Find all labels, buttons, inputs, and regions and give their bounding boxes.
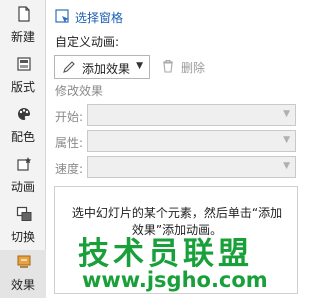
pencil-icon <box>63 61 75 73</box>
selection-pane-icon <box>55 9 69 23</box>
selection-pane-label: 选择窗格 <box>75 11 124 25</box>
speed-label: 速度: <box>55 162 84 176</box>
chevron-down-icon: ▼ <box>283 161 290 171</box>
new-icon <box>18 6 30 22</box>
watermark-url: www.jsgho.com <box>82 268 268 292</box>
sidebar-item-label: 版式 <box>10 80 35 94</box>
trash-icon <box>163 59 173 73</box>
start-label: 开始: <box>55 110 84 124</box>
custom-animation-heading: 自定义动画: <box>55 35 120 49</box>
sidebar-item-animation[interactable]: 动画 <box>0 152 46 200</box>
add-effect-label: 添加效果 <box>82 62 131 76</box>
sidebar-item-layout[interactable]: 版式 <box>0 52 46 100</box>
delete-button[interactable]: 删除 <box>157 55 221 79</box>
modify-effect-heading: 修改效果 <box>55 84 104 98</box>
sidebar-item-label: 配色 <box>10 130 35 144</box>
chevron-down-icon: ▼ <box>283 109 290 119</box>
chevron-down-icon: ▼ <box>136 61 143 71</box>
sidebar-item-new[interactable]: 新建 <box>0 2 46 50</box>
sidebar-item-transition[interactable]: 切换 <box>0 202 46 250</box>
sidebar-item-label: 新建 <box>10 30 35 44</box>
property-label: 属性: <box>55 136 84 150</box>
animation-icon <box>17 157 32 171</box>
add-effect-dropdown[interactable]: 添加效果 ▼ <box>54 55 150 79</box>
property-select[interactable]: ▼ <box>87 130 296 152</box>
palette-icon <box>18 108 30 120</box>
sidebar-item-label: 动画 <box>10 180 35 194</box>
delete-label: 删除 <box>181 61 206 75</box>
task-sidebar: 新建 版式 配色 动画 切换 效果 <box>0 0 46 298</box>
start-select[interactable]: ▼ <box>87 104 296 126</box>
sidebar-item-palette[interactable]: 配色 <box>0 102 46 150</box>
sidebar-item-effects[interactable]: 效果 <box>0 250 46 298</box>
layout-icon <box>17 57 31 71</box>
watermark: 技术员联盟 www.jsgho.com <box>78 228 283 294</box>
chevron-down-icon: ▼ <box>283 135 290 145</box>
watermark-title: 技术员联盟 <box>78 236 253 272</box>
transition-icon <box>16 206 32 221</box>
sidebar-item-label: 效果 <box>10 278 35 292</box>
speed-select[interactable]: ▼ <box>87 156 296 178</box>
sidebar-item-label: 切换 <box>10 230 35 244</box>
effects-icon <box>17 255 31 268</box>
